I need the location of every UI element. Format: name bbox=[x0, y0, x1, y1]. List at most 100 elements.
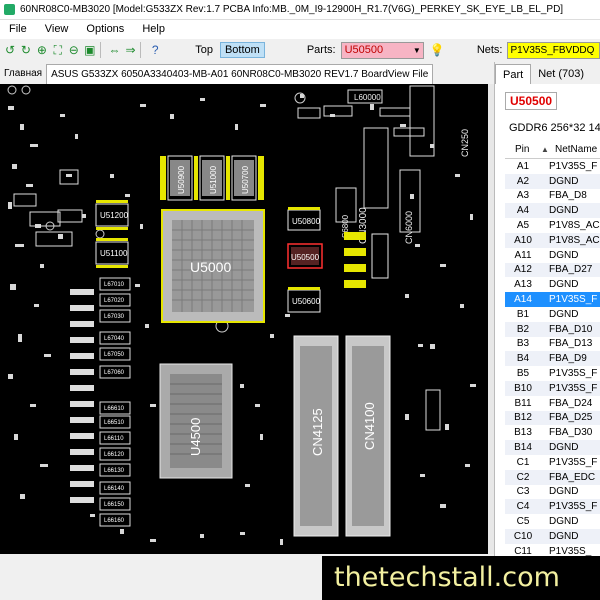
pin-cell: B13 bbox=[514, 427, 532, 439]
menu-help[interactable]: Help bbox=[133, 20, 174, 39]
netname-cell: FBA_D30 bbox=[549, 427, 593, 439]
toolbar: ↺ ↻ ⊕ ⛶ ⊖ ▣ ⇔ ⇒ ? Top Bottom Parts: U505… bbox=[0, 39, 600, 61]
netname-cell: FBA_EDC bbox=[549, 471, 596, 483]
toolbar-separator bbox=[99, 42, 101, 58]
label-u50700: U50700 bbox=[241, 165, 250, 194]
lightbulb-icon[interactable]: 💡 bbox=[430, 43, 445, 57]
pin-row[interactable]: C5 DGND bbox=[505, 514, 600, 529]
pin-cell: C3 bbox=[516, 486, 530, 498]
netname-cell: DGND bbox=[549, 205, 579, 217]
label-l66610: L66610 bbox=[104, 406, 125, 412]
label-l66160: L66160 bbox=[104, 518, 125, 524]
pin-cell: C5 bbox=[516, 516, 530, 528]
pin-cell: A1 bbox=[516, 160, 530, 172]
pin-grid: A1 P1V35S_F A2 DGND A3 FBA_D8 A4 DGND A5 P1V8S_AC… bbox=[505, 159, 600, 559]
label-u4500: U4500 bbox=[188, 418, 203, 456]
netname-cell: P1V8S_AC bbox=[549, 220, 600, 232]
pin-row[interactable]: B2 FBA_D10 bbox=[505, 321, 600, 337]
board-drawing: L60000 CN250 CN3000 CN6000 S6800 U50900 … bbox=[7, 85, 476, 545]
column-header-netname[interactable]: NetName bbox=[555, 144, 600, 155]
window-title: 60NR08C0-MB3020 [Model:G533ZX Rev:1.7 PC… bbox=[20, 4, 564, 15]
flip-icon[interactable]: ⇒ bbox=[125, 43, 137, 58]
pin-row[interactable]: A12 FBA_D27 bbox=[505, 262, 600, 278]
netname-cell: FBA_D8 bbox=[549, 190, 587, 202]
parts-combobox[interactable]: U50500 ▼ bbox=[340, 41, 424, 59]
netname-cell: DGND bbox=[549, 530, 579, 542]
toolbar-separator bbox=[140, 42, 142, 58]
pin-cell: A11 bbox=[514, 249, 532, 261]
pin-cell: B2 bbox=[516, 323, 530, 335]
menu-view[interactable]: View bbox=[36, 20, 78, 39]
pin-row[interactable]: A10 P1V8S_AC bbox=[505, 232, 600, 248]
pin-row[interactable]: A1 P1V35S_F bbox=[505, 159, 600, 174]
pin-row[interactable]: B4 FBA_D9 bbox=[505, 351, 600, 367]
board-canvas[interactable]: L60000 CN250 CN3000 CN6000 S6800 U50900 … bbox=[0, 84, 488, 554]
pin-cell: C4 bbox=[516, 501, 530, 513]
pin-row[interactable]: A3 FBA_D8 bbox=[505, 189, 600, 204]
selected-part-name: U50500 bbox=[505, 92, 558, 110]
pin-row[interactable]: C3 DGND bbox=[505, 485, 600, 500]
app-icon bbox=[4, 4, 15, 15]
tab-net[interactable]: Net (703) bbox=[531, 64, 591, 84]
pin-row[interactable]: B11 FBA_D24 bbox=[505, 396, 600, 411]
label-u50800: U50800 bbox=[292, 217, 321, 226]
pin-row[interactable]: A13 DGND bbox=[505, 277, 600, 292]
pin-cell: A12 bbox=[514, 264, 532, 276]
zoom-in-icon[interactable]: ⊕ bbox=[36, 43, 48, 58]
column-header-pin[interactable]: Pin bbox=[505, 144, 541, 155]
netname-cell: FBA_D10 bbox=[549, 323, 593, 335]
pin-row[interactable]: A11 DGND bbox=[505, 248, 600, 263]
label-u51000: U51000 bbox=[209, 165, 218, 194]
rotate-right-icon[interactable]: ↻ bbox=[20, 43, 32, 58]
pin-cell: B12 bbox=[514, 412, 532, 424]
watermark-text: thetechstall.com bbox=[322, 556, 600, 600]
pin-row[interactable]: B14 DGND bbox=[505, 440, 600, 455]
pin-row[interactable]: A5 P1V8S_AC bbox=[505, 218, 600, 233]
top-side-button[interactable]: Top bbox=[195, 44, 213, 56]
label-l60000: L60000 bbox=[354, 93, 381, 102]
label-u51100: U51100 bbox=[100, 249, 128, 258]
pin-row[interactable]: B3 FBA_D13 bbox=[505, 337, 600, 352]
pin-row[interactable]: C10 DGND bbox=[505, 528, 600, 544]
help-icon[interactable]: ? bbox=[149, 43, 161, 58]
pin-row[interactable]: B1 DGND bbox=[505, 307, 600, 322]
label-u5000: U5000 bbox=[190, 259, 231, 275]
menu-file[interactable]: File bbox=[0, 20, 36, 39]
pin-row[interactable]: B13 FBA_D30 bbox=[505, 425, 600, 440]
pin-cell: C11 bbox=[514, 545, 532, 557]
pin-row[interactable]: A4 DGND bbox=[505, 203, 600, 219]
netname-cell: P1V35S_F bbox=[549, 456, 598, 468]
netname-cell: P1V35S_F bbox=[549, 294, 598, 306]
chevron-down-icon[interactable]: ▼ bbox=[411, 46, 423, 55]
label-cn4100: CN4100 bbox=[362, 402, 377, 450]
pin-row[interactable]: C4 P1V35S_F bbox=[505, 499, 600, 515]
mirror-icon[interactable]: ⇔ bbox=[109, 43, 121, 58]
pin-row[interactable]: B10 P1V35S_F bbox=[505, 380, 600, 396]
label-u51200: U51200 bbox=[100, 211, 129, 220]
tab-home[interactable]: Главная bbox=[0, 64, 46, 84]
zoom-area-icon[interactable]: ▣ bbox=[84, 43, 96, 58]
tab-part[interactable]: Part bbox=[495, 64, 532, 84]
pin-row[interactable]: A2 DGND bbox=[505, 173, 600, 189]
bottom-side-button[interactable]: Bottom bbox=[219, 42, 265, 58]
label-l67010: L67010 bbox=[104, 282, 125, 288]
zoom-fit-icon[interactable]: ⛶ bbox=[52, 43, 64, 58]
label-u50500: U50500 bbox=[291, 253, 320, 262]
netname-cell: P1V35S_F bbox=[549, 501, 598, 513]
netname-cell: DGND bbox=[549, 516, 579, 528]
netname-cell: FBA_D9 bbox=[549, 353, 587, 365]
rotate-left-icon[interactable]: ↺ bbox=[4, 43, 16, 58]
pin-row[interactable]: A14 P1V35S_F bbox=[505, 292, 600, 307]
pin-row[interactable]: C2 FBA_EDC bbox=[505, 469, 600, 485]
zoom-out-icon[interactable]: ⊖ bbox=[68, 43, 80, 58]
tab-boardview-file[interactable]: ASUS G533ZX 6050A3340403-MB-A01 60NR08C0… bbox=[46, 64, 434, 84]
menu-options[interactable]: Options bbox=[77, 20, 133, 39]
pin-cell: A2 bbox=[516, 175, 530, 187]
netname-cell: FBA_D24 bbox=[549, 397, 593, 409]
pin-row[interactable]: C1 P1V35S_F bbox=[505, 455, 600, 470]
nets-input[interactable]: P1V35S_FBVDDQ bbox=[506, 41, 600, 59]
pin-row[interactable]: B5 P1V35S_F bbox=[505, 366, 600, 381]
pin-cell: A10 bbox=[514, 234, 532, 246]
pin-row[interactable]: B12 FBA_D25 bbox=[505, 410, 600, 426]
status-area bbox=[0, 554, 322, 600]
